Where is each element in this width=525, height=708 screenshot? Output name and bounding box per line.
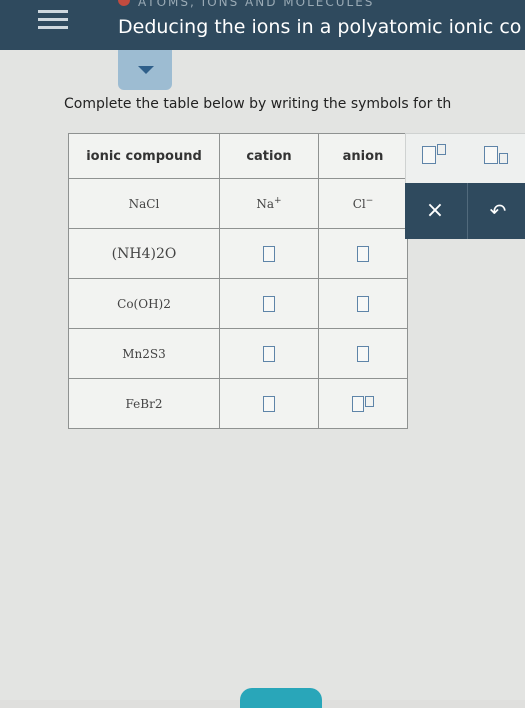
section-label: ATOMS, IONS AND MOLECULES bbox=[138, 0, 375, 9]
anion-cell bbox=[318, 378, 408, 429]
clear-button[interactable]: × bbox=[405, 183, 465, 239]
header-ionic-compound: ionic compound bbox=[68, 133, 220, 179]
undo-icon: ↶ bbox=[489, 199, 507, 223]
superscript-small-box-icon bbox=[437, 144, 446, 155]
ions-table: ionic compound cation anion NaCl Na+ Cl−… bbox=[68, 133, 408, 429]
formula-toolbar-actions: × ↶ bbox=[405, 183, 525, 239]
subscript-small-box-icon bbox=[499, 152, 508, 164]
anion-cell: Cl− bbox=[318, 178, 408, 229]
table-row: (NH4)2O bbox=[68, 228, 408, 279]
table-header-row: ionic compound cation anion bbox=[68, 133, 408, 179]
compound-cell: Co(OH)2 bbox=[68, 278, 220, 329]
anion-cell bbox=[318, 228, 408, 279]
cation-value: Na bbox=[256, 197, 275, 211]
compound-cell: FeBr2 bbox=[68, 378, 220, 429]
anion-cell bbox=[318, 328, 408, 379]
menu-icon bbox=[38, 26, 68, 29]
cation-cell bbox=[219, 228, 319, 279]
table-row: Mn2S3 bbox=[68, 328, 408, 379]
cation-cell bbox=[219, 278, 319, 329]
cation-input[interactable] bbox=[263, 395, 275, 412]
page-title: Deducing the ions in a polyatomic ionic … bbox=[118, 16, 522, 38]
table-row: Co(OH)2 bbox=[68, 278, 408, 329]
anion-superscript-input[interactable] bbox=[365, 395, 374, 407]
cation-input[interactable] bbox=[263, 345, 275, 362]
instructions-text: Complete the table below by writing the … bbox=[64, 96, 452, 112]
compound-formula: Co(OH)2 bbox=[117, 296, 171, 311]
anion-input[interactable] bbox=[357, 345, 369, 362]
chevron-down-icon bbox=[138, 66, 154, 74]
subscript-button[interactable] bbox=[484, 144, 508, 164]
bottom-action-button[interactable] bbox=[240, 688, 322, 708]
superscript-box-icon bbox=[422, 145, 436, 164]
cation-cell: Na+ bbox=[219, 178, 319, 229]
superscript-button[interactable] bbox=[422, 144, 446, 164]
formula-toolbar: × ↶ bbox=[405, 133, 525, 239]
subscript-box-icon bbox=[484, 145, 498, 164]
anion-input[interactable] bbox=[352, 395, 364, 412]
cation-cell bbox=[219, 378, 319, 429]
compound-cell: (NH4)2O bbox=[68, 228, 220, 279]
compound-formula: Mn2S3 bbox=[122, 346, 166, 361]
anion-cell bbox=[318, 278, 408, 329]
header-anion: anion bbox=[318, 133, 408, 179]
cation-cell bbox=[219, 328, 319, 379]
menu-button[interactable] bbox=[0, 0, 100, 50]
compound-cell: NaCl bbox=[68, 178, 220, 229]
compound-formula: FeBr2 bbox=[125, 396, 163, 411]
close-icon: × bbox=[425, 198, 445, 223]
cation-input[interactable] bbox=[263, 245, 275, 262]
table-row: FeBr2 bbox=[68, 378, 408, 429]
header-cation: cation bbox=[219, 133, 319, 179]
formula-toolbar-top bbox=[405, 133, 525, 185]
compound-formula: NaCl bbox=[128, 196, 160, 211]
menu-icon bbox=[38, 10, 68, 13]
anion-value: Cl bbox=[352, 197, 366, 211]
cation-input[interactable] bbox=[263, 295, 275, 312]
menu-icon bbox=[38, 18, 68, 21]
anion-input[interactable] bbox=[357, 295, 369, 312]
collapse-tab[interactable] bbox=[118, 50, 172, 90]
compound-formula: (NH4)2O bbox=[111, 245, 177, 262]
top-bar: ATOMS, IONS AND MOLECULES Deducing the i… bbox=[0, 0, 525, 50]
cation-charge: + bbox=[274, 196, 282, 206]
compound-cell: Mn2S3 bbox=[68, 328, 220, 379]
undo-button[interactable]: ↶ bbox=[467, 183, 525, 239]
section-status-dot bbox=[118, 0, 130, 6]
anion-charge: − bbox=[365, 196, 374, 206]
table-row: NaCl Na+ Cl− bbox=[68, 178, 408, 229]
anion-input[interactable] bbox=[357, 245, 369, 262]
